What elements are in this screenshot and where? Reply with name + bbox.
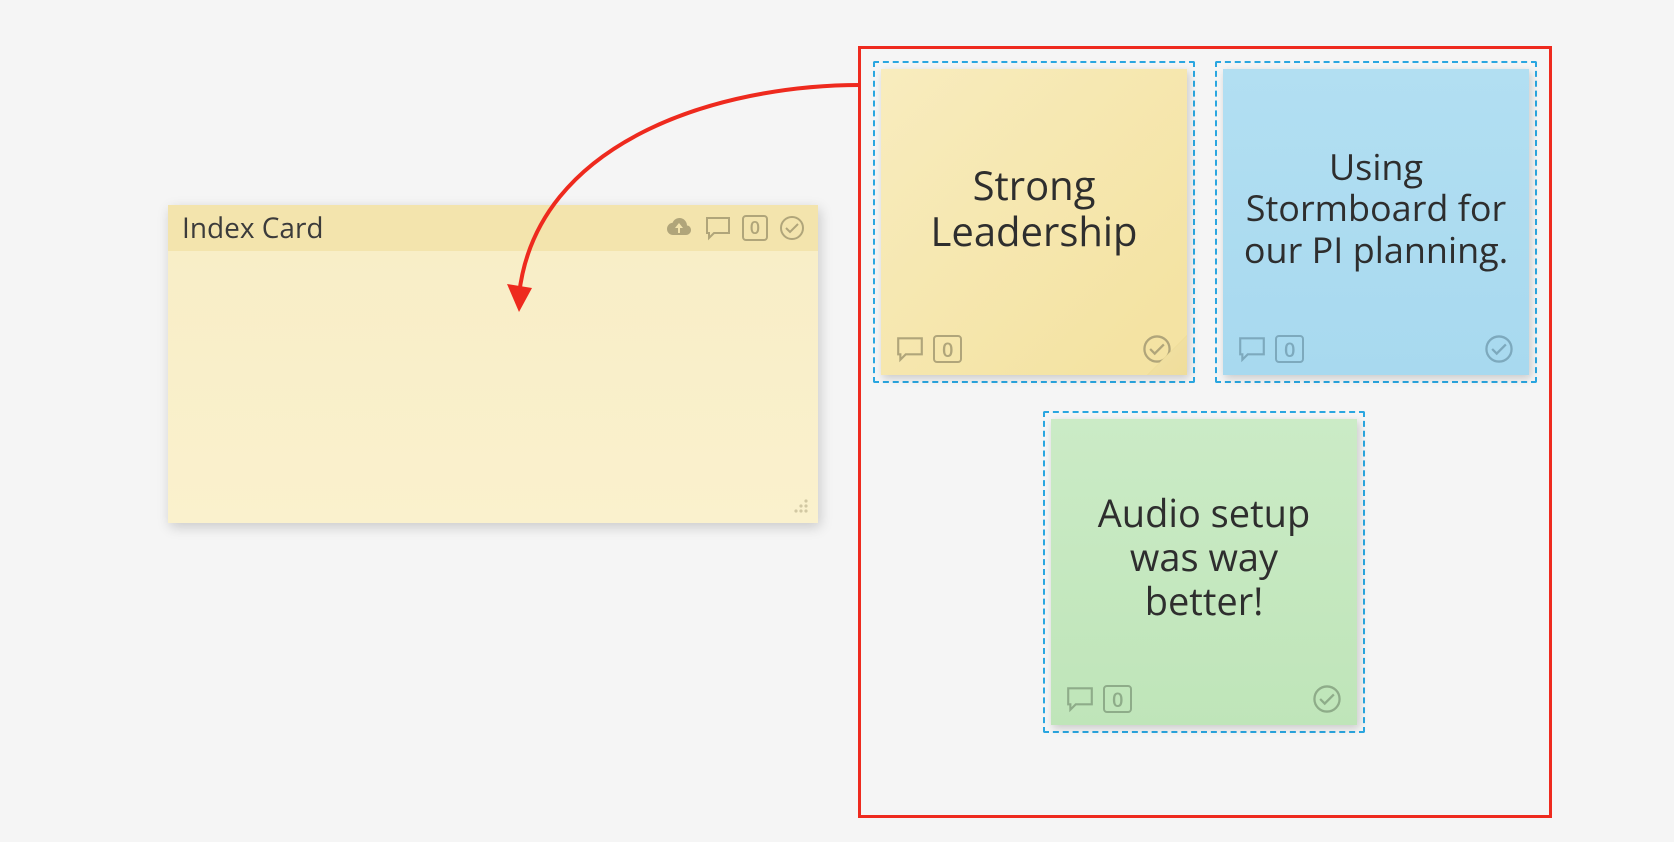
index-card-title: Index Card — [182, 209, 664, 247]
sticky-note-yellow[interactable]: Strong Leadership 0 — [881, 69, 1187, 375]
index-card-body[interactable] — [168, 251, 818, 523]
sticky-note-green[interactable]: Audio setup was way better! 0 — [1051, 419, 1357, 725]
count-value: 0 — [942, 336, 953, 363]
check-icon[interactable] — [1311, 683, 1343, 715]
count-badge[interactable]: 0 — [933, 335, 962, 363]
upload-icon[interactable] — [664, 215, 694, 241]
sticky-footer: 0 — [895, 333, 1173, 365]
comment-icon[interactable] — [1237, 335, 1267, 363]
count-value: 0 — [750, 216, 760, 240]
comment-icon[interactable] — [704, 215, 732, 241]
count-badge[interactable]: 0 — [1103, 685, 1132, 713]
sticky-text: Strong Leadership — [901, 91, 1167, 325]
comment-icon[interactable] — [1065, 685, 1095, 713]
count-value: 0 — [1284, 336, 1295, 363]
check-icon[interactable] — [1483, 333, 1515, 365]
selection-box: Strong Leadership 0 Using Stormboard f — [858, 46, 1552, 818]
sticky-footer: 0 — [1237, 333, 1515, 365]
count-badge[interactable]: 0 — [742, 215, 768, 241]
sticky-text: Using Stormboard for our PI planning. — [1243, 91, 1509, 325]
sticky-selected-green[interactable]: Audio setup was way better! 0 — [1043, 411, 1365, 733]
count-badge[interactable]: 0 — [1275, 335, 1304, 363]
sticky-selected-yellow[interactable]: Strong Leadership 0 — [873, 61, 1195, 383]
sticky-text: Audio setup was way better! — [1071, 441, 1337, 675]
check-icon[interactable] — [1141, 333, 1173, 365]
count-value: 0 — [1112, 686, 1123, 713]
index-card-toolbar: 0 — [664, 214, 806, 242]
sticky-footer: 0 — [1065, 683, 1343, 715]
sticky-note-blue[interactable]: Using Stormboard for our PI planning. 0 — [1223, 69, 1529, 375]
comment-icon[interactable] — [895, 335, 925, 363]
index-card-header: Index Card 0 — [168, 205, 818, 251]
index-card[interactable]: Index Card 0 — [168, 205, 818, 523]
resize-handle-icon[interactable] — [792, 497, 810, 515]
check-icon[interactable] — [778, 214, 806, 242]
sticky-selected-blue[interactable]: Using Stormboard for our PI planning. 0 — [1215, 61, 1537, 383]
